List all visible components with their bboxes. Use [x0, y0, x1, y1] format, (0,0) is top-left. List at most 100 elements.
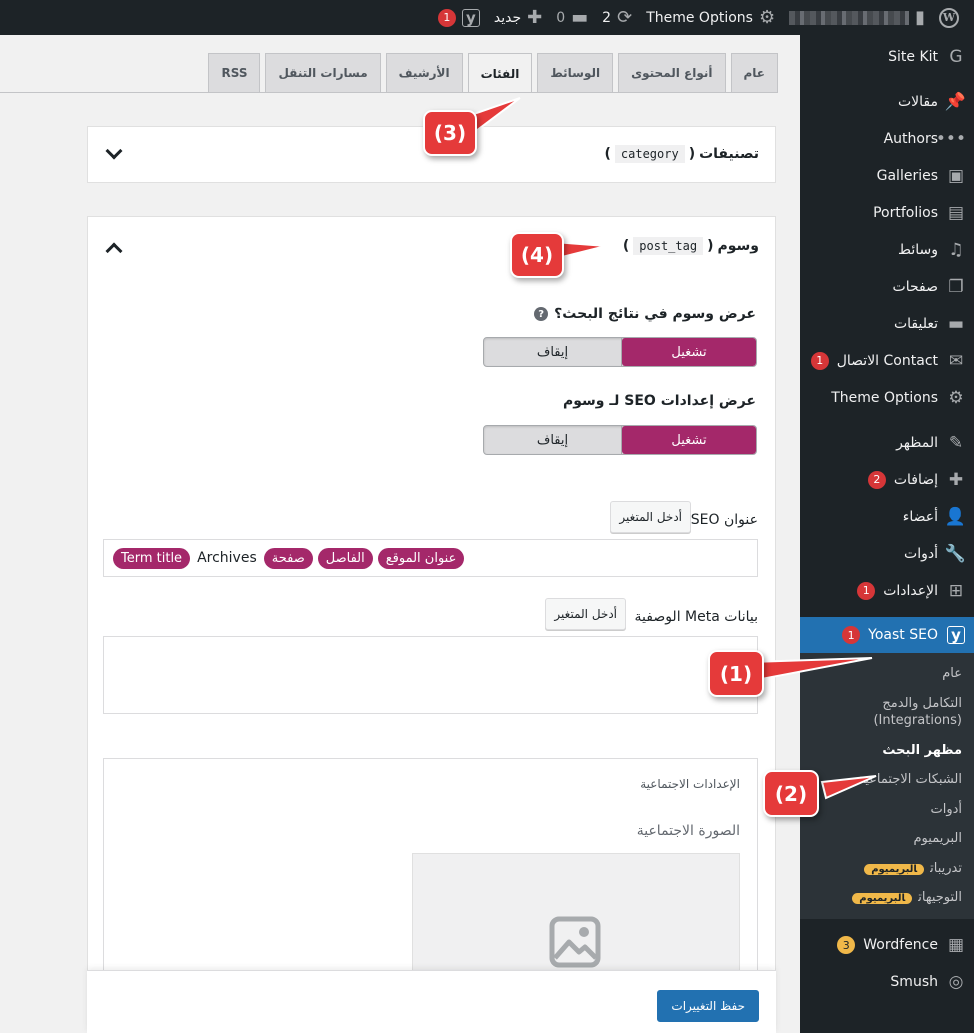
sidebar-item-label: Site Kit [888, 48, 938, 65]
snippet-variable-chip[interactable]: Term title [113, 547, 191, 569]
plus-icon: ✚ [527, 6, 543, 28]
social-settings-title: الإعدادات الاجتماعية [640, 777, 740, 791]
sidebar-item-items-0[interactable]: G Site Kit [800, 38, 974, 75]
menu-separator [800, 75, 974, 83]
show-in-search-toggle[interactable]: تشغيل إيقاف [483, 337, 757, 367]
wordpress-icon: W [939, 7, 959, 28]
sidebar-item-label: Contact الاتصال [836, 352, 938, 369]
subitem-label: التكامل والدمج (Integrations) [873, 695, 962, 729]
sidebar-item-items-10[interactable]: ✎ المظهر [800, 424, 974, 461]
toggle-on-option[interactable]: تشغيل [622, 426, 756, 454]
menu-icon: 👤 [944, 506, 966, 527]
insert-variable-button-meta[interactable]: أدخل المتغير [545, 598, 626, 630]
subitem-label: أدوات [930, 801, 962, 817]
sidebar-item-items-3[interactable]: ▣ Galleries [800, 157, 974, 194]
site-name-menu[interactable]: ▮ [782, 0, 932, 35]
menu-icon: ▦ [947, 935, 965, 956]
yoast-subitem-1[interactable]: التكامل والدمج (Integrations) [800, 689, 974, 736]
category-panel-title: تصنيفات ( category ) [604, 145, 759, 163]
yoast-notification-badge: 1 [437, 8, 456, 27]
search-appearance-tabs: عام أنواع المحتوى الوسائط الفئات الأرشيف مسار… [208, 53, 778, 93]
yoast-subitem-2[interactable]: مظهر البحث [800, 736, 974, 766]
tab-2[interactable]: الوسائط [537, 53, 614, 92]
sidebar-item-after-0[interactable]: ▦ Wordfence 3 [800, 927, 974, 964]
seo-title-label: عنوان SEO [690, 512, 758, 528]
yoast-subitem-6[interactable]: تدريبات البريميوم [800, 854, 974, 884]
new-content-menu[interactable]: ✚ جديد [487, 0, 549, 35]
subitem-label: مظهر البحث [882, 742, 962, 758]
sidebar-item-items-9[interactable]: ⚙ Theme Options [800, 379, 974, 416]
comments-menu[interactable]: ▬ 0 [549, 0, 595, 35]
sidebar-item-items-14[interactable]: ⊞ الإعدادات 1 [800, 572, 974, 609]
yoast-subitem-3[interactable]: الشبكات الاجتماعية [800, 765, 974, 795]
wp-logo-menu[interactable]: W [932, 0, 966, 35]
sidebar-item-items-11[interactable]: ✚ إضافات 2 [800, 461, 974, 498]
sidebar-item-items-2[interactable]: ••• Authors [800, 120, 974, 157]
sidebar-item-after-1[interactable]: ◎ Smush [800, 964, 974, 1001]
social-image-label: الصورة الاجتماعية [636, 823, 740, 839]
sidebar-item-items-4[interactable]: ▤ Portfolios [800, 194, 974, 231]
tab-1[interactable]: أنواع المحتوى [618, 53, 726, 92]
sidebar-item-items-8[interactable]: ✉ Contact الاتصال 1 [800, 342, 974, 379]
sidebar-item-label: Smush [890, 974, 938, 991]
sidebar-item-label: صفحات [892, 278, 938, 295]
sidebar-item-label: Galleries [876, 167, 938, 184]
admin-sidebar: G Site Kit 📌 مقالات ••• Authors ▣ Galleries ▤ Por… [800, 35, 974, 1033]
yoast-subitem-0[interactable]: عام [800, 659, 974, 689]
sidebar-item-items-7[interactable]: ▬ تعليقات [800, 305, 974, 342]
tab-divider [0, 92, 778, 93]
show-seo-settings-toggle[interactable]: تشغيل إيقاف [483, 425, 757, 455]
meta-description-input[interactable] [103, 636, 758, 714]
tag-code: post_tag [633, 237, 704, 255]
sidebar-item-items-6[interactable]: ❐ صفحات [800, 268, 974, 305]
callout-4: (4) [510, 232, 564, 278]
theme-options-label: Theme Options [646, 9, 753, 26]
toggle-off-option[interactable]: إيقاف [484, 426, 622, 454]
insert-variable-button[interactable]: أدخل المتغير [610, 501, 691, 533]
yoast-badge: 1 [842, 626, 861, 644]
comment-icon: ▬ [571, 6, 589, 28]
refresh-icon: ⟳ [617, 6, 633, 28]
premium-badge: البريميوم [864, 863, 925, 875]
yoast-admin-menu[interactable]: y 1 [431, 0, 487, 35]
toggle-on-option[interactable]: تشغيل [622, 338, 756, 366]
sidebar-item-label: أدوات [904, 545, 938, 562]
sidebar-item-items-12[interactable]: 👤 أعضاء [800, 498, 974, 535]
menu-icon: G [949, 46, 963, 67]
gear-icon: ⚙ [758, 6, 776, 28]
chevron-up-icon[interactable] [105, 242, 123, 260]
toggle-off-option[interactable]: إيقاف [484, 338, 622, 366]
sidebar-item-items-13[interactable]: 🔧 أدوات [800, 535, 974, 572]
home-icon: ▮ [915, 6, 925, 28]
save-changes-button[interactable]: حفظ التغييرات [657, 990, 759, 1022]
sidebar-item-label: مقالات [897, 93, 938, 110]
tab-0[interactable]: عام [730, 53, 778, 92]
menu-icon: ▬ [947, 313, 965, 334]
subitem-label: الشبكات الاجتماعية [858, 772, 962, 788]
count-badge: 2 [867, 470, 886, 489]
snippet-variable-chip[interactable]: عنوان الموقع [377, 547, 465, 569]
help-icon[interactable]: ? [534, 307, 549, 321]
tab-5[interactable]: مسارات التنقل [265, 53, 381, 92]
sidebar-item-yoast-seo[interactable]: y Yoast SEO 1 [800, 617, 974, 653]
tab-6[interactable]: RSS [208, 53, 261, 92]
menu-icon: ⊞ [948, 580, 964, 601]
menu-icon: 📌 [944, 91, 966, 112]
yoast-subitem-4[interactable]: أدوات [800, 795, 974, 825]
tab-3[interactable]: الفئات [467, 53, 533, 93]
updates-menu[interactable]: ⟳ 2 [595, 0, 639, 35]
yoast-subitem-5[interactable]: البريميوم [800, 824, 974, 854]
premium-badge: البريميوم [852, 893, 913, 905]
sidebar-item-items-5[interactable]: ♫ وسائط [800, 231, 974, 268]
tab-4[interactable]: الأرشيف [385, 53, 463, 92]
chevron-down-icon[interactable] [105, 142, 123, 160]
menu-icon: ♫ [948, 239, 964, 260]
snippet-variable-chip[interactable]: الفاصل [317, 547, 373, 569]
yoast-subitem-7[interactable]: التوجيهات البريميوم [800, 883, 974, 913]
callout-1: (1) [708, 650, 764, 697]
theme-options-menu[interactable]: ⚙ Theme Options [639, 0, 782, 35]
snippet-variable-chip[interactable]: صفحة [263, 547, 313, 569]
sidebar-item-items-1[interactable]: 📌 مقالات [800, 83, 974, 120]
sidebar-item-label: وسائط [898, 241, 938, 258]
seo-title-input[interactable]: Term title Archives صفحة الفاصل عنوان الموقع [103, 539, 758, 577]
